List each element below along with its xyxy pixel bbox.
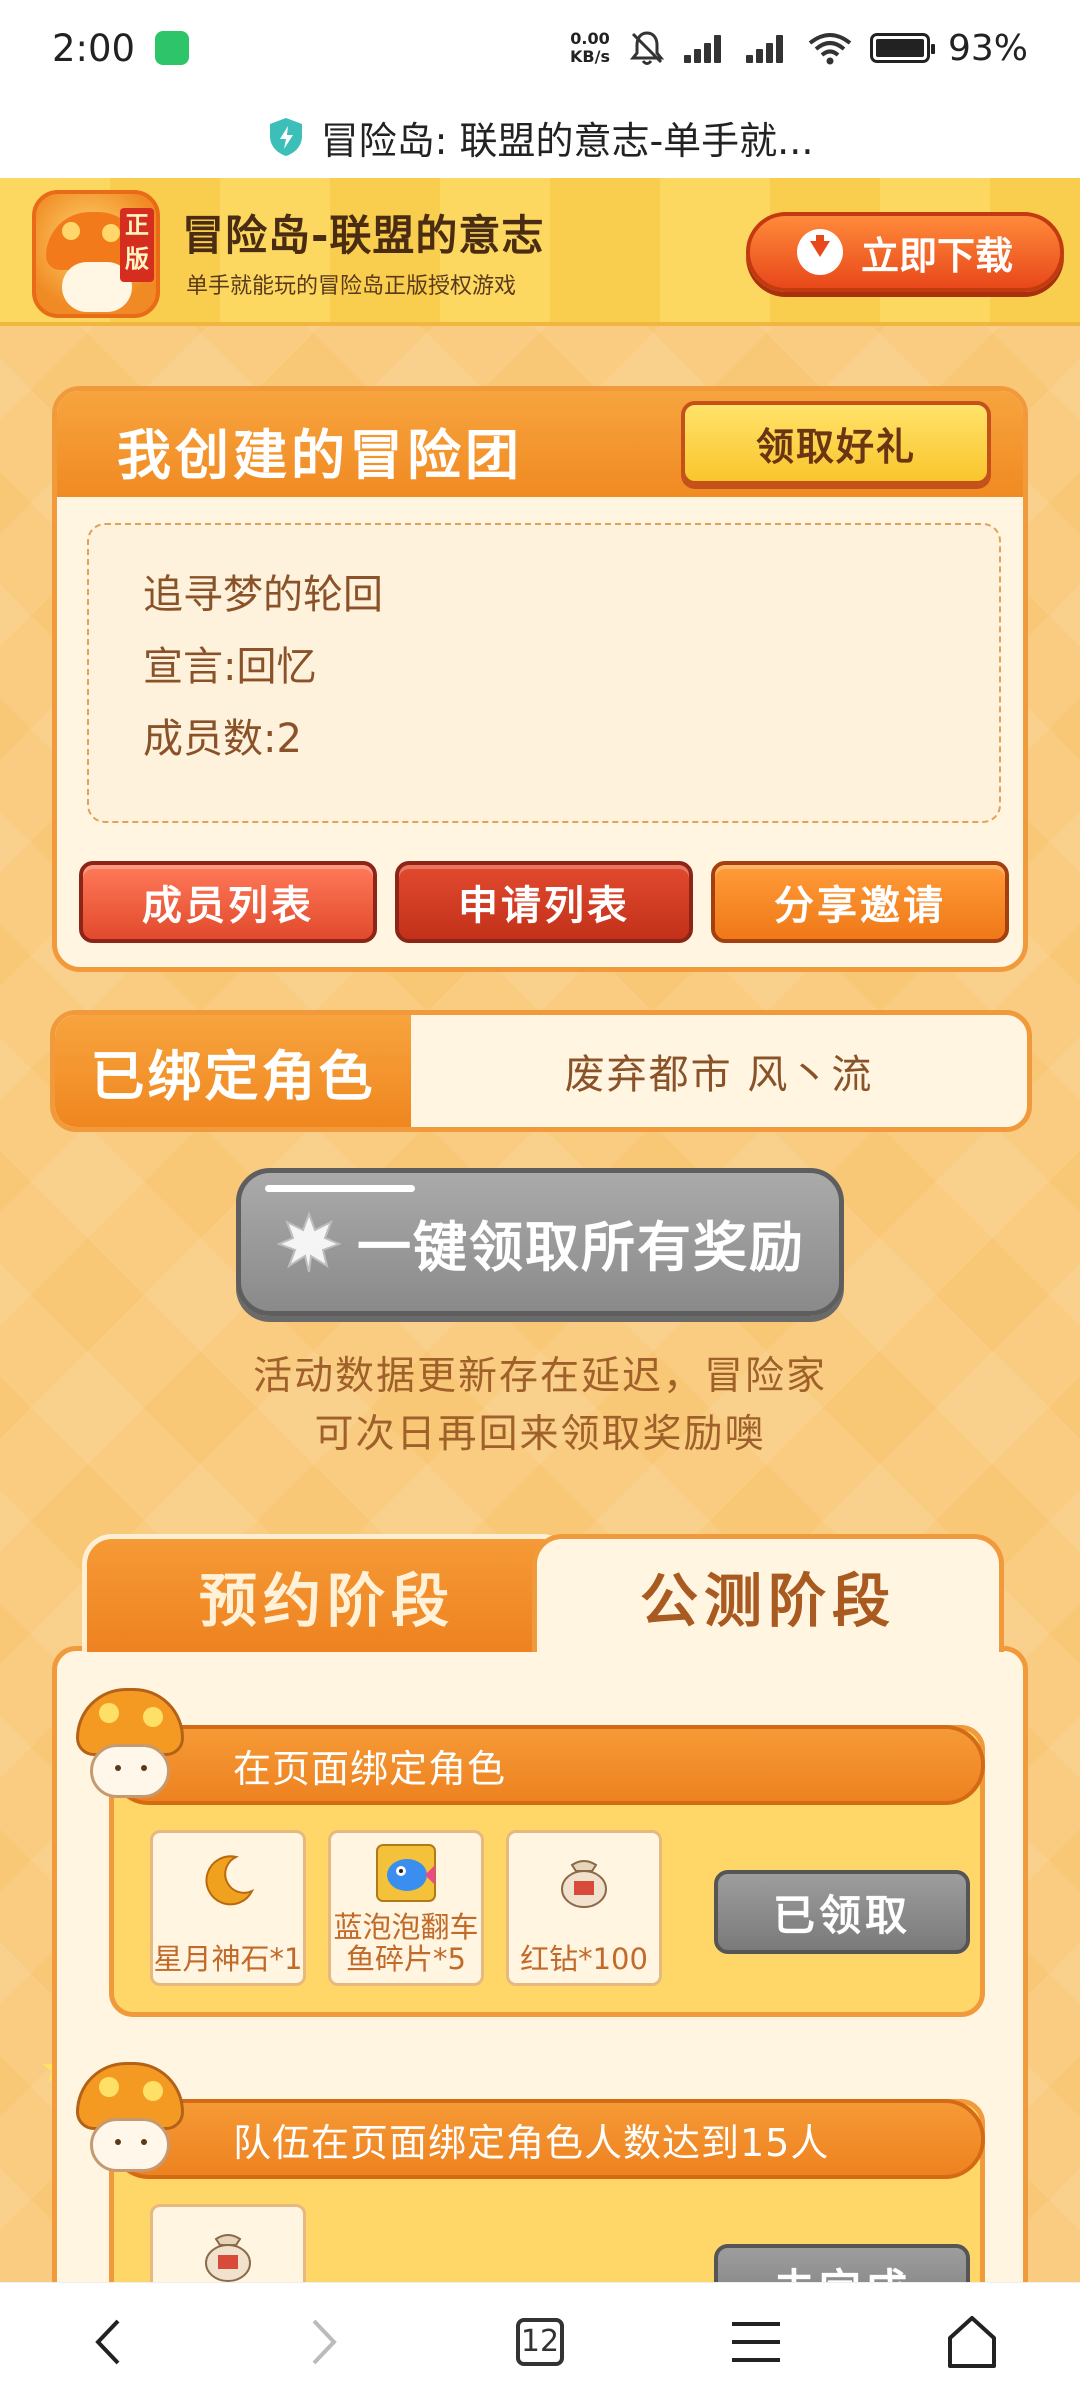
banner-app-title: 冒险岛-联盟的意志 <box>182 211 545 260</box>
task-header: 在页面绑定角色 <box>109 1725 985 1805</box>
page-title: 冒险岛: 联盟的意志-单手就... <box>320 118 814 163</box>
battery-percent: 93% <box>947 27 1028 69</box>
moon-stone-icon <box>205 1855 255 1906</box>
task-title: 队伍在页面绑定角色人数达到15人 <box>233 2120 830 2165</box>
member-list-button[interactable]: 成员列表 <box>79 861 377 943</box>
net-speed: 0.00 KB/s <box>570 30 610 66</box>
delay-notice: 活动数据更新存在延迟，冒险家 可次日再回来领取奖励噢 <box>0 1348 1080 1464</box>
status-icons: 0.00 KB/s 93% <box>570 28 1028 69</box>
signal-2-icon <box>745 33 790 63</box>
stage-section: 在页面绑定角色 星月神石*1 蓝泡泡翻车鱼碎片*5 红钻*100 已领取 队伍在… <box>52 1534 1028 2399</box>
bound-role-label: 已绑定角色 <box>55 1015 411 1127</box>
maple-leaf-icon <box>276 1211 342 1273</box>
claim-all-label: 一键领取所有奖励 <box>357 1215 805 1279</box>
fish-fragment-icon <box>376 1844 436 1902</box>
menu-button[interactable] <box>716 2302 796 2382</box>
home-icon <box>948 2315 996 2368</box>
security-app-icon <box>155 31 190 65</box>
status-time: 2:00 <box>52 26 136 70</box>
claim-gift-button[interactable]: 领取好礼 <box>681 401 991 485</box>
tab-public-test-stage[interactable]: 公测阶段 <box>532 1534 1004 1652</box>
tabs-button[interactable]: 12 <box>500 2302 580 2382</box>
reward-label: 红钻*100 <box>520 1942 648 1976</box>
bound-role-value[interactable]: 废弃都市 风丶流 <box>411 1015 1027 1127</box>
reward-label: 蓝泡泡翻车鱼碎片*5 <box>333 1910 479 1976</box>
team-info-box: 追寻梦的轮回 宣言:回忆 成员数:2 <box>87 523 1001 823</box>
reward-item[interactable]: 红钻*100 <box>506 1830 662 1986</box>
chevron-right-icon <box>312 2319 337 2364</box>
team-panel-header: 我创建的冒险团 领取好礼 <box>57 391 1023 497</box>
mute-bell-icon <box>629 31 665 65</box>
claim-all-rewards-button[interactable]: 一键领取所有奖励 <box>236 1168 844 1316</box>
notice-line-1: 活动数据更新存在延迟，冒险家 <box>252 1354 827 1399</box>
reward-label: 星月神石*1 <box>153 1942 303 1976</box>
reward-item[interactable]: 星月神石*1 <box>150 1830 306 1986</box>
tab-count: 12 <box>516 2317 564 2366</box>
home-button[interactable] <box>932 2302 1012 2382</box>
app-download-banner: 正版 冒险岛-联盟的意志 单手就能玩的冒险岛正版授权游戏 立即下载 <box>0 178 1080 326</box>
task-status-button[interactable]: 已领取 <box>714 1870 970 1954</box>
download-icon <box>796 229 843 275</box>
battery-icon <box>869 33 935 63</box>
bound-role-bar: 已绑定角色 废弃都市 风丶流 <box>50 1010 1032 1132</box>
back-button[interactable] <box>68 2302 148 2382</box>
team-member-count: 成员数:2 <box>143 716 302 762</box>
forward-button[interactable] <box>284 2302 364 2382</box>
task-title: 在页面绑定角色 <box>233 1746 507 1791</box>
tab-reservation-stage[interactable]: 预约阶段 <box>82 1534 572 1652</box>
menu-icon <box>732 2321 780 2362</box>
wifi-icon <box>808 33 852 65</box>
application-list-button[interactable]: 申请列表 <box>395 861 693 943</box>
status-bar: 2:00 0.00 KB/s 93% <box>0 0 1080 96</box>
task-header: 队伍在页面绑定角色人数达到15人 <box>109 2099 985 2179</box>
net-speed-value: 0.00 <box>570 29 610 48</box>
download-button[interactable]: 立即下载 <box>746 212 1064 292</box>
team-panel-title: 我创建的冒险团 <box>117 424 523 487</box>
notice-line-2: 可次日再回来领取奖励噢 <box>314 1412 766 1457</box>
stage-content: 在页面绑定角色 星月神石*1 蓝泡泡翻车鱼碎片*5 红钻*100 已领取 队伍在… <box>52 1646 1028 2399</box>
banner-app-subtitle: 单手就能玩的冒险岛正版授权游戏 <box>186 274 517 299</box>
download-label: 立即下载 <box>860 233 1013 278</box>
browser-title-bar[interactable]: 冒险岛: 联盟的意志-单手就... <box>0 96 1080 178</box>
app-logo: 正版 <box>32 190 160 318</box>
browser-bottom-nav: 12 <box>0 2282 1080 2400</box>
chevron-left-icon <box>95 2319 120 2364</box>
share-invite-button[interactable]: 分享邀请 <box>711 861 1009 943</box>
team-name: 追寻梦的轮回 <box>143 572 383 618</box>
red-diamond-bag-icon <box>205 2234 251 2282</box>
secure-shield-icon <box>269 118 302 156</box>
task-card: 在页面绑定角色 星月神石*1 蓝泡泡翻车鱼碎片*5 红钻*100 已领取 <box>76 1688 985 2017</box>
net-speed-unit: KB/s <box>570 47 610 66</box>
team-panel: 我创建的冒险团 领取好礼 追寻梦的轮回 宣言:回忆 成员数:2 成员列表 申请列… <box>52 386 1028 972</box>
team-actions: 成员列表 申请列表 分享邀请 <box>79 861 1009 943</box>
reward-item[interactable]: 蓝泡泡翻车鱼碎片*5 <box>328 1830 484 1986</box>
logo-badge: 正版 <box>120 208 154 282</box>
mushroom-mascot-icon <box>72 2058 188 2174</box>
team-declaration: 宣言:回忆 <box>143 644 317 690</box>
mushroom-mascot-icon <box>72 1684 188 1800</box>
signal-1-icon <box>683 33 728 63</box>
red-diamond-bag-icon <box>561 1860 607 1908</box>
